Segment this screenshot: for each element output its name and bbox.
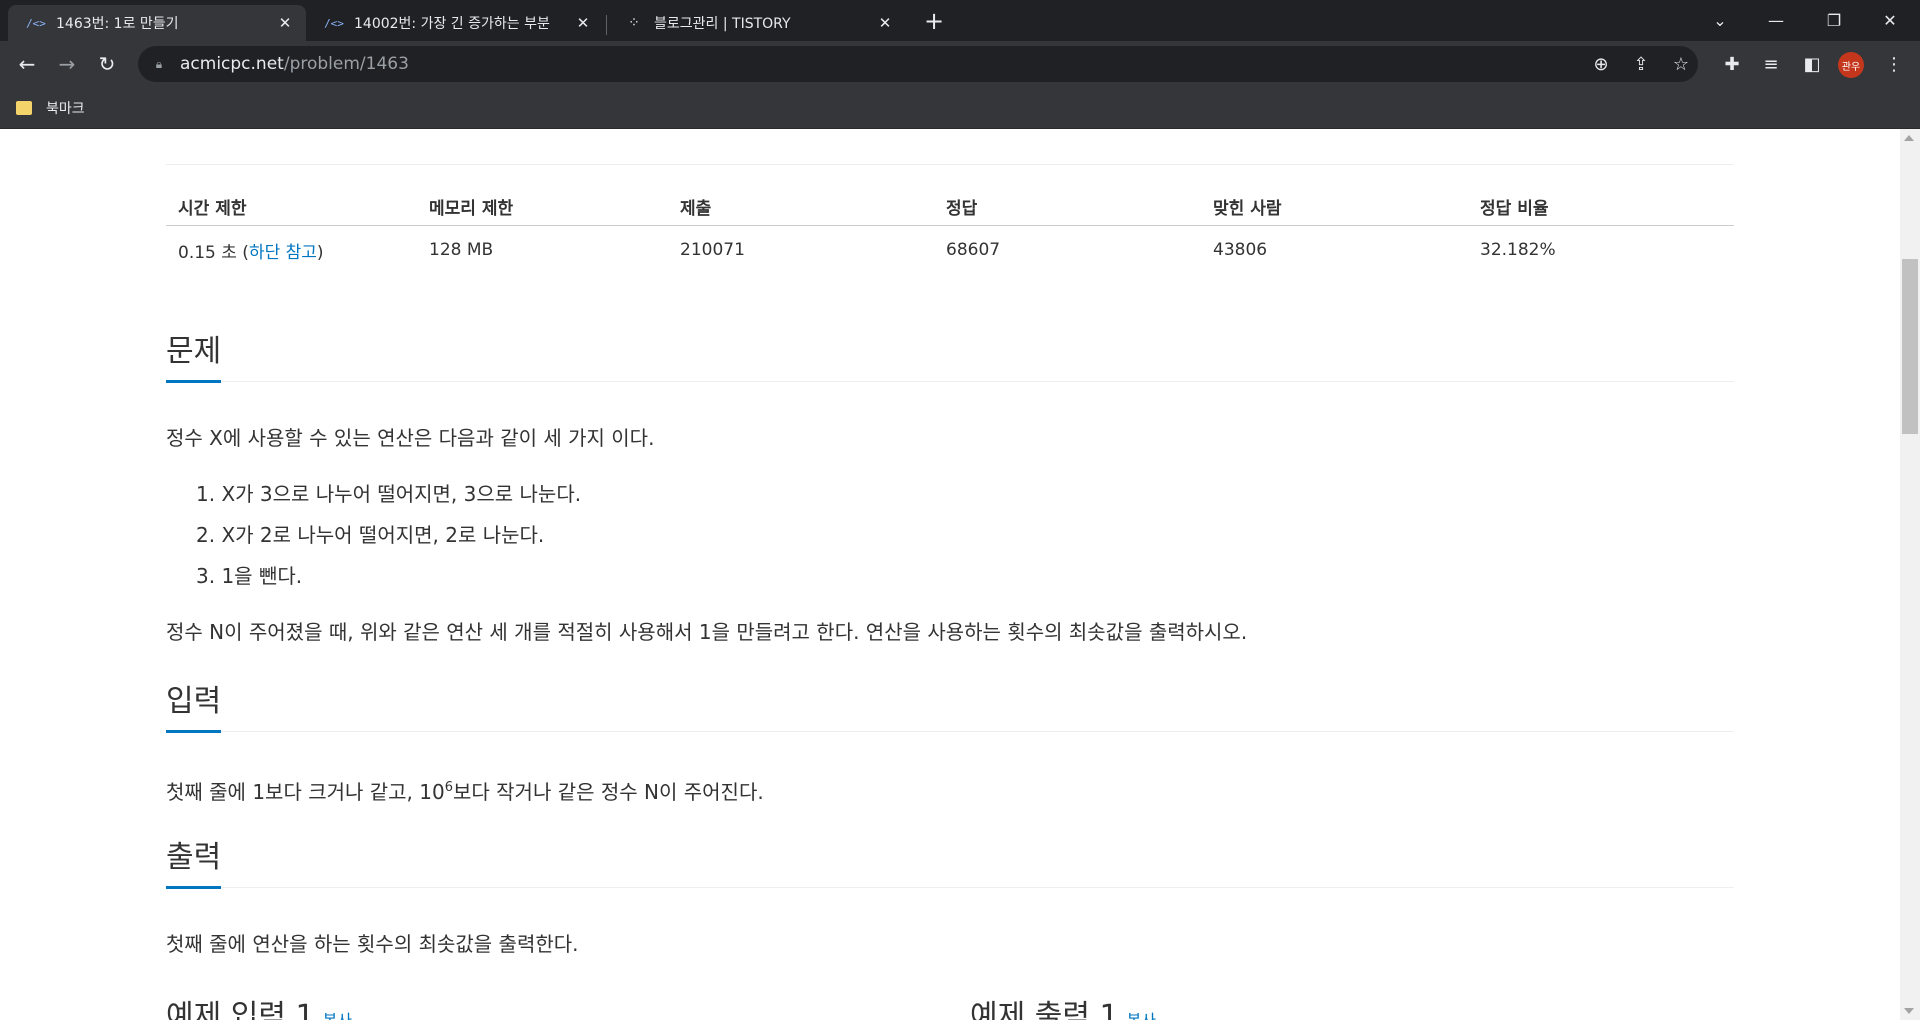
- heading-accent: [166, 380, 221, 383]
- restore-button[interactable]: ❐: [1806, 0, 1862, 40]
- reload-icon[interactable]: ↻: [92, 49, 122, 79]
- input-section: 입력 첫째 줄에 1보다 크거나 같고, 106보다 작거나 같은 정수 N이 …: [166, 679, 1734, 804]
- scroll-thumb[interactable]: [1902, 259, 1918, 434]
- solvers-cell: 43806: [1213, 240, 1268, 261]
- bookmark-folder[interactable]: 북마크: [16, 96, 85, 120]
- example-output-heading: 예제 출력 1 복사: [970, 991, 1156, 1020]
- problem-section: 문제 정수 X에 사용할 수 있는 연산은 다음과 같이 세 가지 이다. 1.…: [166, 329, 1734, 644]
- time-limit-note-link[interactable]: 하단 참고: [249, 243, 317, 263]
- problem-info-table: 시간 제한 메모리 제한 제출 정답 맞힌 사람 정답 비율 0.15 초 (하…: [166, 189, 1734, 275]
- profile-avatar[interactable]: 관우: [1838, 52, 1864, 78]
- tistory-icon: ⁘: [628, 15, 640, 31]
- tab-title: 14002번: 가장 긴 증가하는 부분: [354, 16, 550, 32]
- heading-accent: [166, 886, 221, 889]
- submissions-cell: 210071: [680, 240, 745, 261]
- input-heading: 입력: [166, 684, 222, 719]
- boj-favicon-icon: /<>: [324, 16, 344, 30]
- url-host: acmicpc.net: [180, 54, 284, 74]
- extensions-puzzle-icon[interactable]: ✚: [1717, 49, 1747, 79]
- tab-search-chevron-icon[interactable]: ⌄: [1692, 0, 1748, 40]
- example-input-heading: 예제 입력 1 복사: [166, 991, 352, 1020]
- header-memory-limit: 메모리 제한: [417, 189, 668, 226]
- input-exponent: 6: [444, 780, 453, 795]
- page-scrollbar[interactable]: [1900, 129, 1920, 1020]
- ratio-cell: 32.182%: [1480, 240, 1556, 261]
- divider: [166, 731, 1734, 732]
- side-panel-icon[interactable]: ◧: [1797, 49, 1827, 79]
- media-control-icon[interactable]: ≡: [1756, 49, 1786, 79]
- address-bar[interactable]: 🔒︎ acmicpc.net/problem/1463: [138, 46, 1698, 82]
- close-icon[interactable]: ✕: [574, 14, 592, 32]
- input-text-before: 첫째 줄에 1보다 크거나 같고, 10: [166, 780, 445, 804]
- correct-cell: 68607: [946, 240, 1001, 261]
- divider: [166, 887, 1734, 888]
- share-icon[interactable]: ⇪: [1626, 49, 1656, 79]
- close-icon[interactable]: ✕: [276, 14, 294, 32]
- scroll-up-arrow-icon[interactable]: [1904, 135, 1914, 141]
- copy-input-button[interactable]: 복사: [323, 1011, 352, 1020]
- scroll-down-arrow-icon[interactable]: [1904, 1008, 1914, 1014]
- folder-icon: [16, 101, 32, 115]
- bookmark-label: 북마크: [46, 101, 85, 117]
- zoom-icon[interactable]: ⊕: [1586, 49, 1616, 79]
- list-item: 3. 1을 뺀다.: [196, 564, 303, 588]
- new-tab-button[interactable]: +: [918, 7, 950, 35]
- minimize-button[interactable]: —: [1748, 0, 1804, 40]
- list-item: 2. X가 2로 나누어 떨어지면, 2로 나눈다.: [196, 523, 545, 547]
- time-limit-suffix: ): [316, 242, 324, 263]
- list-item: 1. X가 3으로 나누어 떨어지면, 3으로 나눈다.: [196, 482, 582, 506]
- close-window-button[interactable]: ✕: [1862, 0, 1918, 40]
- header-time-limit: 시간 제한: [166, 189, 417, 226]
- problem-heading: 문제: [166, 334, 222, 369]
- tab-1463[interactable]: /<> 1463번: 1로 만들기 ✕: [8, 5, 306, 41]
- header-ratio: 정답 비율: [1468, 189, 1734, 226]
- time-limit-cell: 0.15 초 (하단 참고): [166, 225, 417, 275]
- bookmarks-bar: 북마크: [0, 87, 1920, 129]
- input-description: 첫째 줄에 1보다 크거나 같고, 106보다 작거나 같은 정수 N이 주어진…: [166, 773, 764, 807]
- table-row: 0.15 초 (하단 참고) 128 MB 210071 68607 43806…: [166, 225, 1734, 275]
- url-path: /problem/1463: [283, 54, 409, 74]
- copy-output-button[interactable]: 복사: [1127, 1011, 1156, 1020]
- bookmark-star-icon[interactable]: ☆: [1666, 49, 1696, 79]
- page-viewport: 시간 제한 메모리 제한 제출 정답 맞힌 사람 정답 비율 0.15 초 (하…: [0, 129, 1900, 1020]
- tab-title: 1463번: 1로 만들기: [56, 16, 179, 32]
- problem-outro: 정수 N이 주어졌을 때, 위와 같은 연산 세 개를 적절히 사용해서 1을 …: [166, 620, 1248, 644]
- header-solvers: 맞힌 사람: [1201, 189, 1468, 226]
- output-section: 출력 첫째 줄에 연산을 하는 횟수의 최솟값을 출력한다.: [166, 835, 1734, 956]
- forward-arrow-icon[interactable]: →: [52, 49, 82, 79]
- tab-tistory[interactable]: ⁘ 블로그관리 | TISTORY ✕: [606, 5, 906, 41]
- example-output-title: 예제 출력 1: [970, 999, 1119, 1020]
- divider: [166, 164, 1734, 165]
- problem-intro: 정수 X에 사용할 수 있는 연산은 다음과 같이 세 가지 이다.: [166, 426, 655, 450]
- output-description: 첫째 줄에 연산을 하는 횟수의 최솟값을 출력한다.: [166, 932, 579, 956]
- heading-accent: [166, 730, 221, 733]
- output-heading: 출력: [166, 840, 222, 875]
- header-correct: 정답: [934, 189, 1201, 226]
- boj-favicon-icon: /<>: [26, 16, 46, 30]
- back-arrow-icon[interactable]: ←: [12, 49, 42, 79]
- operations-list: 1. X가 3으로 나누어 떨어지면, 3으로 나눈다. 2. X가 2로 나누…: [196, 479, 581, 602]
- time-limit-value: 0.15 초 (: [178, 242, 249, 263]
- example-input-title: 예제 입력 1: [166, 999, 315, 1020]
- table-header-row: 시간 제한 메모리 제한 제출 정답 맞힌 사람 정답 비율: [166, 189, 1734, 226]
- lock-icon[interactable]: 🔒︎: [152, 57, 166, 71]
- close-icon[interactable]: ✕: [876, 14, 894, 32]
- memory-limit-cell: 128 MB: [429, 240, 494, 261]
- menu-kebab-icon[interactable]: ⋮: [1879, 49, 1909, 79]
- tab-title: 블로그관리 | TISTORY: [654, 16, 791, 32]
- header-submissions: 제출: [668, 189, 934, 226]
- tab-bar: /<> 1463번: 1로 만들기 ✕ /<> 14002번: 가장 긴 증가하…: [0, 0, 1920, 41]
- divider: [166, 381, 1734, 382]
- input-text-after: 보다 작거나 같은 정수 N이 주어진다.: [453, 780, 764, 804]
- tab-14002[interactable]: /<> 14002번: 가장 긴 증가하는 부분 ✕: [306, 5, 604, 41]
